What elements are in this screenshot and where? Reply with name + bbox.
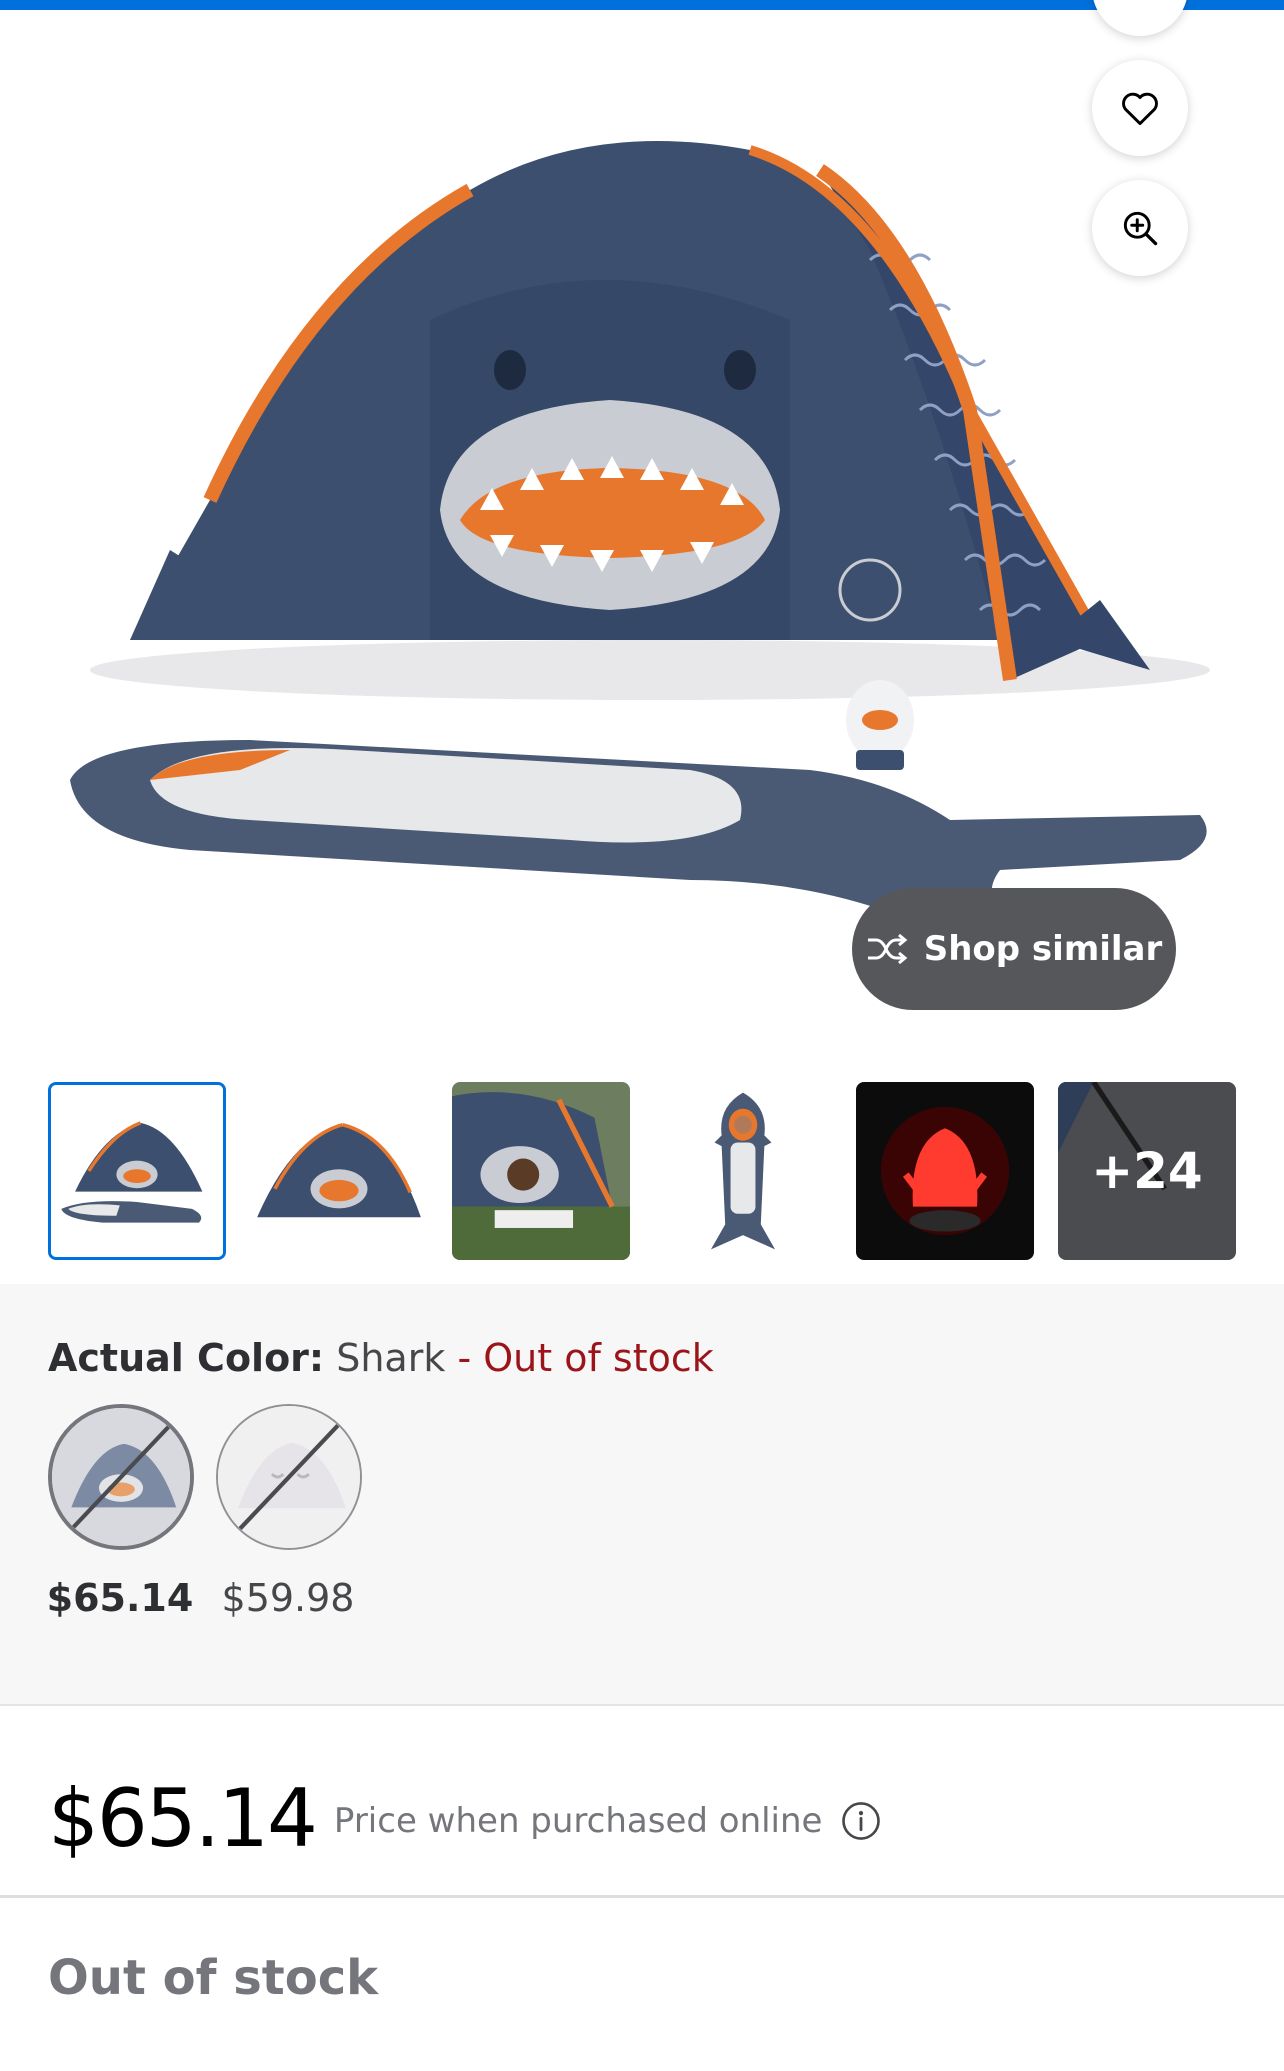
shuffle-icon	[867, 933, 908, 965]
thumbnail-image	[51, 1085, 223, 1257]
heart-icon	[1122, 92, 1158, 126]
info-icon[interactable]	[840, 1800, 882, 1842]
thumbnail-child-in-tent[interactable]	[452, 1082, 630, 1260]
thumbnail-image	[654, 1082, 832, 1260]
product-hero-image-area[interactable]: Shop similar	[0, 0, 1284, 1050]
share-button[interactable]	[1092, 0, 1188, 36]
thumbnail-tent-front[interactable]	[250, 1082, 428, 1260]
zoom-in-icon	[1123, 211, 1158, 246]
thumbnail-shark-night-light[interactable]	[856, 1082, 1034, 1260]
product-image-shark-tent	[70, 141, 1210, 930]
swatch-price-unicorn: $59.98	[221, 1576, 355, 1620]
variant-selector: Actual Color: Shark - Out of stock $65.1…	[0, 1284, 1284, 1706]
thumbnail-tent-and-sleeping-bag[interactable]	[48, 1082, 226, 1260]
swatch-unicorn-image	[218, 1406, 360, 1548]
image-thumbnails: +24	[48, 1082, 1238, 1260]
top-accent-bar	[0, 0, 1284, 10]
swatch-price-shark: $65.14	[46, 1576, 194, 1620]
swatch-unicorn[interactable]	[216, 1404, 362, 1550]
swatch-shark-image	[52, 1408, 190, 1546]
color-selection-line: Actual Color: Shark - Out of stock	[48, 1336, 714, 1380]
color-label: Actual Color:	[48, 1336, 325, 1380]
thumbnail-image	[452, 1082, 630, 1260]
more-images-count: +24	[1091, 1142, 1203, 1200]
shop-similar-button[interactable]: Shop similar	[852, 888, 1176, 1010]
availability-status: Out of stock	[48, 1950, 379, 2006]
section-divider	[0, 1895, 1284, 1898]
thumbnail-image	[856, 1082, 1034, 1260]
current-price: $65.14	[48, 1771, 318, 1865]
shop-similar-label: Shop similar	[923, 929, 1163, 969]
thumbnail-image	[250, 1082, 428, 1260]
color-stock-status: - Out of stock	[457, 1336, 714, 1380]
price-section: $65.14 Price when purchased online	[48, 1768, 1248, 1868]
price-note: Price when purchased online	[333, 1801, 823, 1841]
color-value: Shark	[336, 1336, 446, 1380]
swatch-shark[interactable]	[48, 1404, 194, 1550]
thumbnail-more-images[interactable]: +24	[1058, 1082, 1236, 1260]
thumbnail-shark-sleeping-bag[interactable]	[654, 1082, 832, 1260]
favorite-button[interactable]	[1092, 60, 1188, 156]
zoom-button[interactable]	[1092, 180, 1188, 276]
